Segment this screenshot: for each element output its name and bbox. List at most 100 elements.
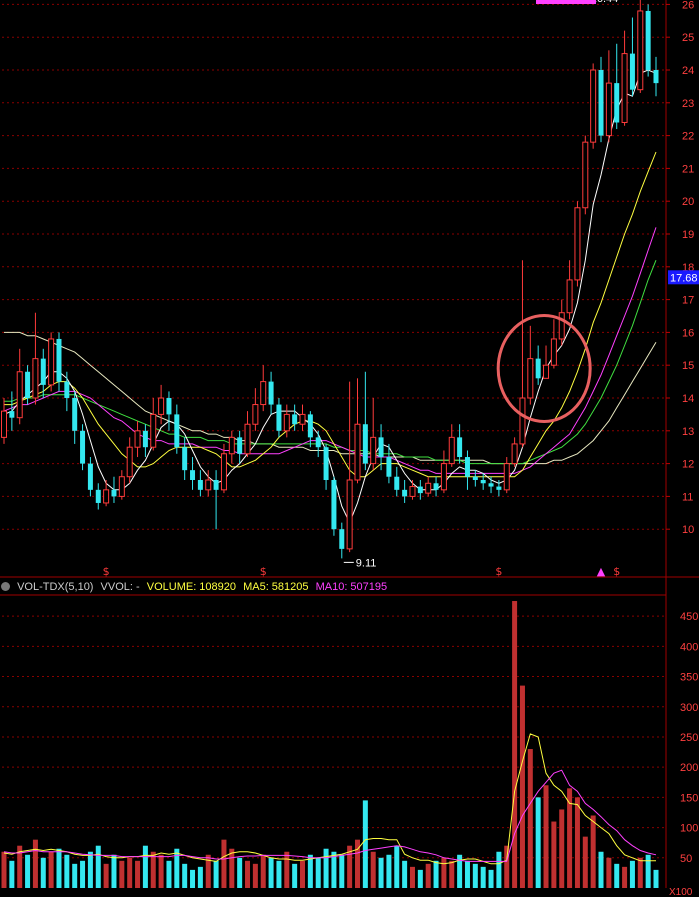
price-tick-label: 14 (682, 393, 694, 405)
volume-legend: VOL-TDX(5,10) VVOL: - VOLUME: 108920 MA5… (0, 579, 391, 595)
price-tick-label: 12 (682, 459, 694, 471)
candle-body-down (464, 457, 470, 477)
candle-body-up (519, 397, 526, 445)
candle-body-down (87, 463, 93, 490)
candle-body-down (598, 70, 604, 136)
price-tick-label: 22 (682, 131, 694, 143)
candle-body-up (550, 338, 557, 366)
candle-body-down (315, 437, 321, 448)
volume-bar (464, 860, 470, 888)
candle-body-down (362, 424, 368, 464)
volume-bar (433, 860, 439, 888)
volume-bar (339, 854, 345, 888)
volume-bar (87, 851, 93, 888)
volume-bar (229, 848, 235, 888)
settings-gear-icon[interactable] (1, 582, 10, 591)
volume-bar (237, 857, 243, 888)
volume-bar (119, 860, 125, 888)
volume-bar (637, 857, 643, 888)
volume-bar (653, 869, 659, 888)
volume-tick-label: 200 (680, 762, 698, 774)
volume-bar (40, 857, 46, 888)
candle-body-up (252, 404, 259, 425)
candle-body-up (425, 482, 432, 494)
candle-body-up (566, 279, 573, 314)
candle-body-down (488, 483, 494, 487)
candle-body-up (448, 436, 455, 465)
volume-bar (174, 848, 180, 888)
volume-bar (441, 857, 447, 888)
candle-body-down (190, 470, 196, 480)
price-tick-label: 13 (682, 426, 694, 438)
volume-bar (252, 863, 258, 888)
price-tick-label: 23 (682, 98, 694, 110)
candle-body-down (182, 447, 188, 471)
volume-tick-label: 350 (680, 672, 698, 684)
volume-tick-label: 400 (680, 641, 698, 653)
candle-body-down (535, 358, 541, 379)
price-tick-label: 24 (682, 65, 694, 77)
candle-body-up (32, 358, 39, 399)
price-tick-label: 15 (682, 360, 694, 372)
candle-body-down (307, 414, 313, 438)
candle-body-up (260, 381, 267, 406)
volume-bar (425, 863, 431, 888)
price-tick-label: 11 (682, 491, 693, 503)
volume-bar (394, 845, 400, 888)
volume-bar (622, 866, 628, 888)
volume-bar (551, 821, 557, 888)
candle-body-down (457, 437, 463, 458)
price-tick-label: 20 (682, 196, 694, 208)
current-price-label: 17.68 (670, 272, 698, 284)
volume-bar (315, 857, 321, 888)
volume-bar (606, 857, 612, 888)
volume-bar (559, 809, 565, 888)
candle-body-down (268, 381, 274, 405)
volume-bar (300, 860, 306, 888)
volume-bar (284, 851, 290, 888)
candle-body-up (558, 312, 565, 340)
candle-body-up (409, 486, 416, 497)
volume-bar (386, 854, 392, 888)
candle-body-up (150, 413, 157, 448)
candle-body-down (614, 83, 620, 123)
candle-body-up (503, 463, 510, 491)
candle-body-down (64, 381, 70, 398)
candle-body-down (480, 480, 486, 484)
candle-body-down (166, 398, 172, 415)
candle-body-down (629, 53, 635, 90)
candle-body-up (582, 141, 589, 209)
price-tick-label: 26 (682, 0, 694, 11)
volume-bar (449, 860, 455, 888)
candle-body-up (527, 358, 534, 399)
candle-body-up (346, 479, 353, 550)
candle-body-up (205, 479, 212, 491)
volume-bar (268, 857, 274, 888)
price-tick-label: 10 (682, 524, 694, 536)
volume-bar (292, 863, 298, 888)
candle-body-down (496, 486, 502, 490)
volume-bar (221, 839, 227, 888)
price-tick-label: 25 (682, 32, 694, 44)
candle-body-down (323, 447, 329, 480)
candle-body-down (80, 430, 86, 464)
volume-bar (574, 797, 580, 888)
volume-tick-label: 50 (680, 853, 692, 865)
candle-body-down (339, 529, 345, 549)
volume-bar (111, 854, 117, 888)
volume-bar (9, 860, 15, 888)
candle-body-down (142, 430, 148, 448)
event-marker: $ (495, 565, 502, 578)
volume-bar (378, 857, 384, 888)
candle-body-up (574, 207, 581, 281)
legend-ma5: MA5: 581205 (243, 581, 309, 593)
volume-bar (512, 601, 518, 888)
candle-body-up (16, 371, 23, 419)
volume-tick-label: 250 (680, 732, 698, 744)
candle-body-up (244, 423, 251, 455)
event-marker: $ (103, 565, 110, 578)
candle-body-up (370, 436, 377, 465)
volume-bar (504, 845, 510, 888)
legend-vvol: VVOL: - (100, 581, 140, 593)
volume-bar (535, 797, 541, 888)
